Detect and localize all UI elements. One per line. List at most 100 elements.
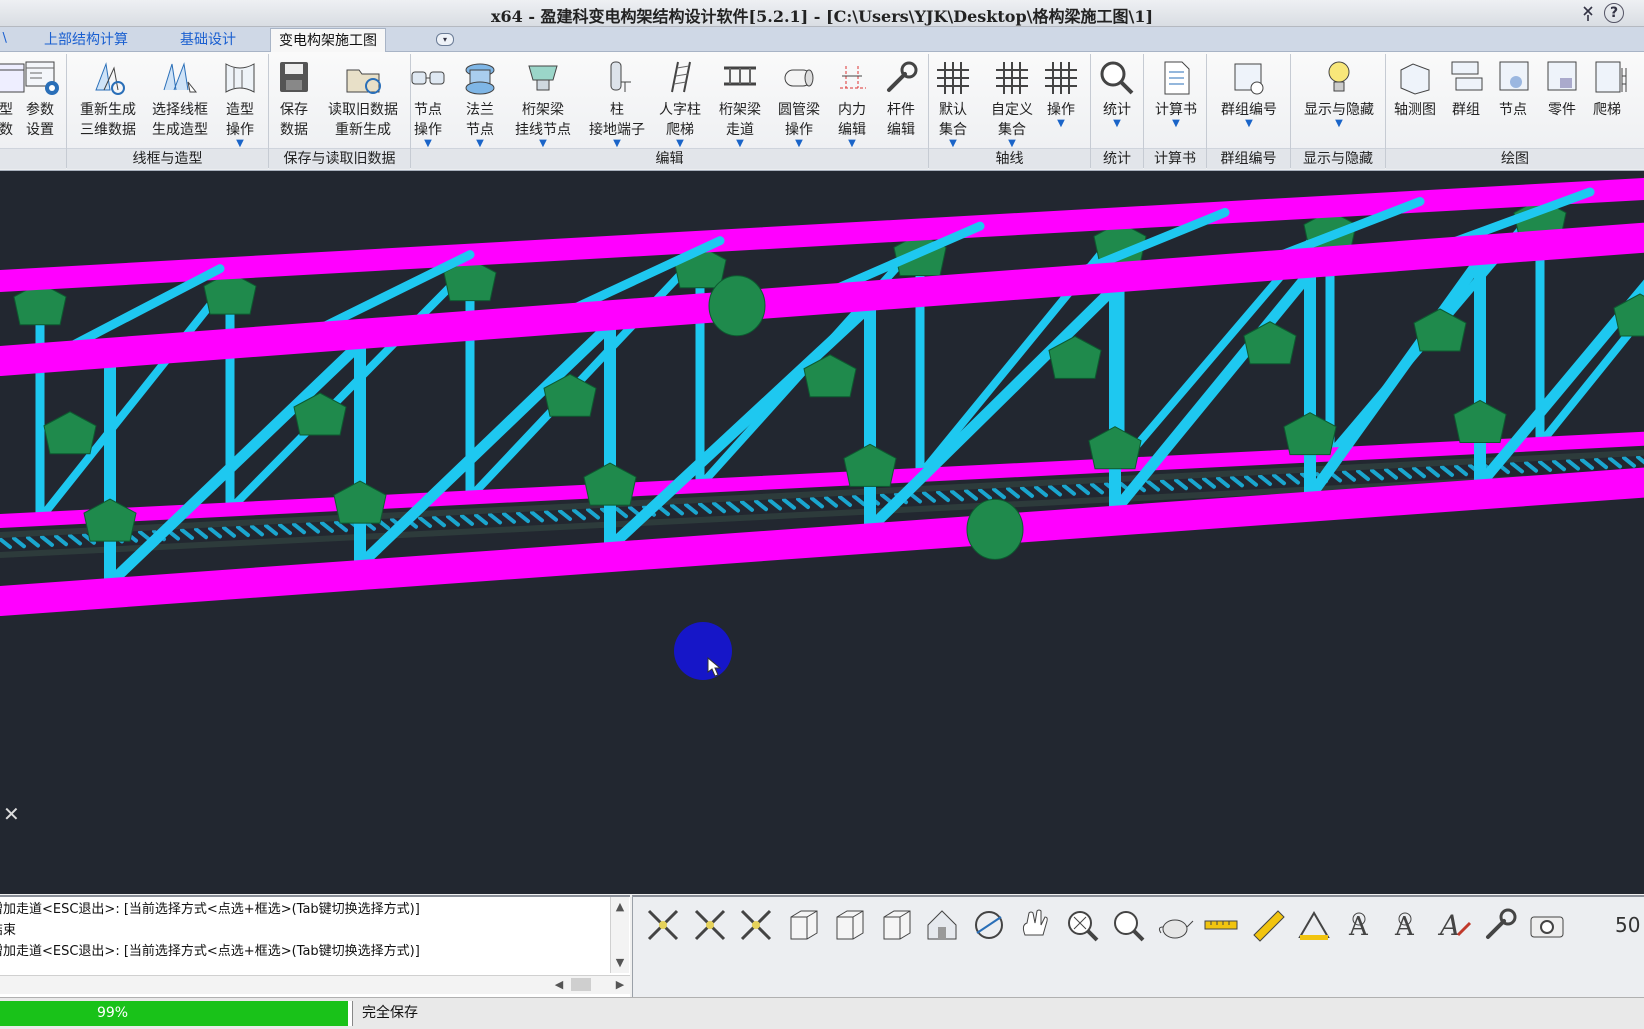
- walkway-grating[interactable]: [530, 510, 544, 523]
- walkway-grating[interactable]: [1398, 467, 1412, 479]
- walkway-grating[interactable]: [712, 501, 726, 514]
- walkway-grating[interactable]: [1244, 474, 1258, 487]
- walkway-grating[interactable]: [614, 506, 628, 519]
- walkway-grating[interactable]: [586, 507, 600, 520]
- walkway-grating[interactable]: [306, 521, 320, 534]
- tab-upper-structure[interactable]: 上部结构计算: [36, 30, 136, 51]
- text-icon[interactable]: A: [1341, 905, 1381, 945]
- walkway-grating[interactable]: [1608, 456, 1622, 469]
- walkway-grating[interactable]: [432, 515, 446, 528]
- vertical-scrollbar[interactable]: ▲ ▼: [610, 897, 629, 973]
- ribbon-button-node-drawing[interactable]: 节点: [1494, 54, 1532, 146]
- truss-3d-model[interactable]: [0, 171, 1644, 894]
- ribbon-button-wrench[interactable]: 杆件 编辑: [876, 54, 926, 146]
- camera-icon[interactable]: [1527, 905, 1567, 945]
- text-style-icon[interactable]: A: [1434, 905, 1474, 945]
- home-view-icon[interactable]: [922, 905, 962, 945]
- walkway-grating[interactable]: [922, 490, 936, 503]
- walkway-grating[interactable]: [54, 534, 68, 547]
- back-diagonal-member[interactable]: [226, 262, 474, 514]
- ribbon-button-ladder[interactable]: 人字柱 爬梯 ▼: [656, 54, 704, 149]
- tab-dropdown-icon[interactable]: ▾: [436, 33, 454, 46]
- tab-overflow-arrow[interactable]: ∖: [0, 31, 8, 46]
- horizontal-scrollbar[interactable]: ◀ ▶: [0, 975, 630, 994]
- ribbon-button-open-folder[interactable]: 读取旧数据 重新生成: [318, 54, 408, 146]
- ribbon-button-ladder-drawing[interactable]: 爬梯: [1590, 54, 1627, 146]
- help-icon[interactable]: ?: [1604, 3, 1624, 23]
- walkway-grating[interactable]: [754, 499, 768, 512]
- walkway-grating[interactable]: [1160, 478, 1174, 491]
- walkway-grating[interactable]: [1146, 479, 1160, 492]
- walkway-grating[interactable]: [978, 488, 992, 500]
- walkway-grating[interactable]: [1286, 472, 1300, 485]
- walkway-grating[interactable]: [1230, 475, 1244, 488]
- orbit-icon[interactable]: [969, 905, 1009, 945]
- walkway-grating[interactable]: [208, 526, 222, 539]
- ribbon-button-group-number[interactable]: 群组编号 ▼: [1212, 54, 1286, 146]
- walkway-grating[interactable]: [460, 513, 474, 526]
- walkway-grating[interactable]: [0, 537, 12, 549]
- scroll-thumb[interactable]: [571, 978, 591, 991]
- walkway-grating[interactable]: [950, 489, 964, 502]
- walkway-grating[interactable]: [1426, 465, 1440, 478]
- walkway-grating[interactable]: [516, 511, 530, 524]
- walkway-grating[interactable]: [502, 511, 516, 524]
- walkway-grating[interactable]: [572, 508, 586, 521]
- back-diagonal-member[interactable]: [466, 249, 704, 502]
- flange-joint[interactable]: [708, 275, 766, 337]
- walkway-grating[interactable]: [446, 514, 460, 527]
- walkway-grating[interactable]: [544, 509, 558, 522]
- walkway-grating[interactable]: [824, 495, 838, 508]
- walkway-grating[interactable]: [1454, 464, 1468, 477]
- ribbon-button-settings[interactable]: 参数 设置: [22, 54, 59, 146]
- walkway-grating[interactable]: [180, 527, 194, 540]
- dropdown-arrow-icon[interactable]: ▼: [982, 139, 1042, 149]
- walkway-grating[interactable]: [320, 520, 334, 533]
- scroll-up-icon[interactable]: ▲: [612, 899, 628, 915]
- scroll-down-icon[interactable]: ▼: [612, 955, 628, 971]
- walkway-grating[interactable]: [992, 487, 1006, 500]
- walkway-grating[interactable]: [250, 524, 264, 537]
- ruler-icon[interactable]: [1248, 905, 1288, 945]
- walkway-grating[interactable]: [740, 499, 754, 512]
- ribbon-button-lightbulb[interactable]: 显示与隐藏 ▼: [1296, 54, 1382, 146]
- ribbon-button-group[interactable]: 群组: [1446, 54, 1486, 146]
- ribbon-button-node[interactable]: 节点 操作 ▼: [406, 54, 450, 149]
- walkway-grating[interactable]: [852, 494, 866, 507]
- walkway-grating[interactable]: [1062, 483, 1076, 496]
- walkway-grating[interactable]: [768, 498, 782, 511]
- ribbon-button-truss-node[interactable]: 桁架梁 挂线节点 ▼: [508, 54, 578, 149]
- ribbon-button-grid[interactable]: 默认 集合 ▼: [932, 54, 974, 149]
- dropdown-arrow-icon[interactable]: ▼: [578, 139, 656, 149]
- ribbon-button-pipe[interactable]: 圆管梁 操作 ▼: [772, 54, 826, 149]
- walkway-grating[interactable]: [1048, 484, 1062, 497]
- model-viewport[interactable]: ✕: [0, 171, 1644, 894]
- walkway-grating[interactable]: [1202, 476, 1216, 489]
- walkway-grating[interactable]: [1636, 455, 1644, 465]
- walkway-grating[interactable]: [26, 535, 40, 548]
- walkway-grating[interactable]: [670, 503, 684, 516]
- ribbon-button-column[interactable]: 柱接地端子 ▼: [578, 54, 656, 149]
- walkway-grating[interactable]: [1566, 458, 1580, 471]
- ribbon-button-walkway[interactable]: 桁架梁 走道 ▼: [712, 54, 768, 149]
- dropdown-arrow-icon[interactable]: ▼: [1212, 119, 1286, 129]
- scroll-left-icon[interactable]: ◀: [551, 977, 567, 993]
- walkway-grating[interactable]: [1020, 485, 1034, 498]
- walkway-grating[interactable]: [558, 509, 572, 521]
- walkway-grating[interactable]: [684, 502, 698, 515]
- walkway-grating[interactable]: [418, 516, 432, 528]
- dropdown-arrow-icon[interactable]: ▼: [406, 139, 450, 149]
- cube-view-icon[interactable]: [829, 905, 869, 945]
- walkway-grating[interactable]: [1538, 460, 1552, 472]
- ribbon-button-wireframe[interactable]: 选择线框 生成造型: [144, 54, 216, 146]
- walkway-grating[interactable]: [488, 512, 502, 525]
- walkway-grating[interactable]: [1552, 459, 1566, 472]
- walkway-grating[interactable]: [810, 496, 824, 509]
- command-window[interactable]: 增加走道<ESC退出>: [当前选择方式<点选+框选>(Tab键切换选择方式)]…: [0, 895, 630, 997]
- walkway-grating[interactable]: [1594, 457, 1608, 470]
- walkway-grating[interactable]: [278, 523, 292, 535]
- dropdown-arrow-icon[interactable]: ▼: [1040, 119, 1082, 129]
- angle-icon[interactable]: [1294, 905, 1334, 945]
- walkway-grating[interactable]: [194, 527, 208, 540]
- flange-joint[interactable]: [966, 498, 1024, 560]
